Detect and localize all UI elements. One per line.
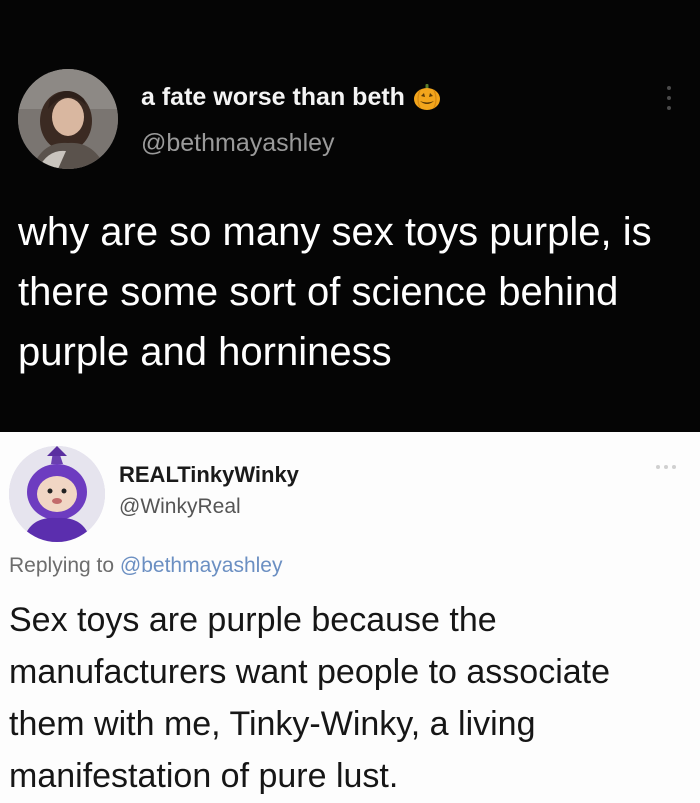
handle[interactable]: @WinkyReal: [119, 495, 241, 519]
replying-prefix: Replying to: [9, 554, 115, 577]
replying-mention-link[interactable]: @bethmayashley: [120, 554, 283, 577]
reply-tweet: REALTinkyWinky @WinkyReal Replying to @b…: [0, 432, 700, 803]
tweet-text: Sex toys are purple because the manufact…: [9, 601, 611, 795]
display-name[interactable]: a fate worse than beth: [141, 82, 442, 112]
original-tweet: a fate worse than beth @bethmayashley wh…: [0, 0, 700, 432]
display-name[interactable]: REALTinkyWinky: [119, 462, 299, 488]
avatar-photo-icon: [9, 446, 105, 542]
avatar-photo-icon: [18, 69, 118, 169]
replying-to: Replying to @bethmayashley: [9, 554, 282, 578]
jack-o-lantern-icon: [412, 82, 442, 112]
tweet-text: why are so many sex toys purple, is ther…: [18, 210, 652, 374]
more-options-icon[interactable]: [656, 465, 686, 475]
handle[interactable]: @bethmayashley: [141, 129, 335, 158]
avatar[interactable]: [9, 446, 105, 542]
more-options-icon[interactable]: [664, 86, 674, 116]
display-name-text: a fate worse than beth: [141, 82, 405, 111]
avatar[interactable]: [18, 69, 118, 169]
